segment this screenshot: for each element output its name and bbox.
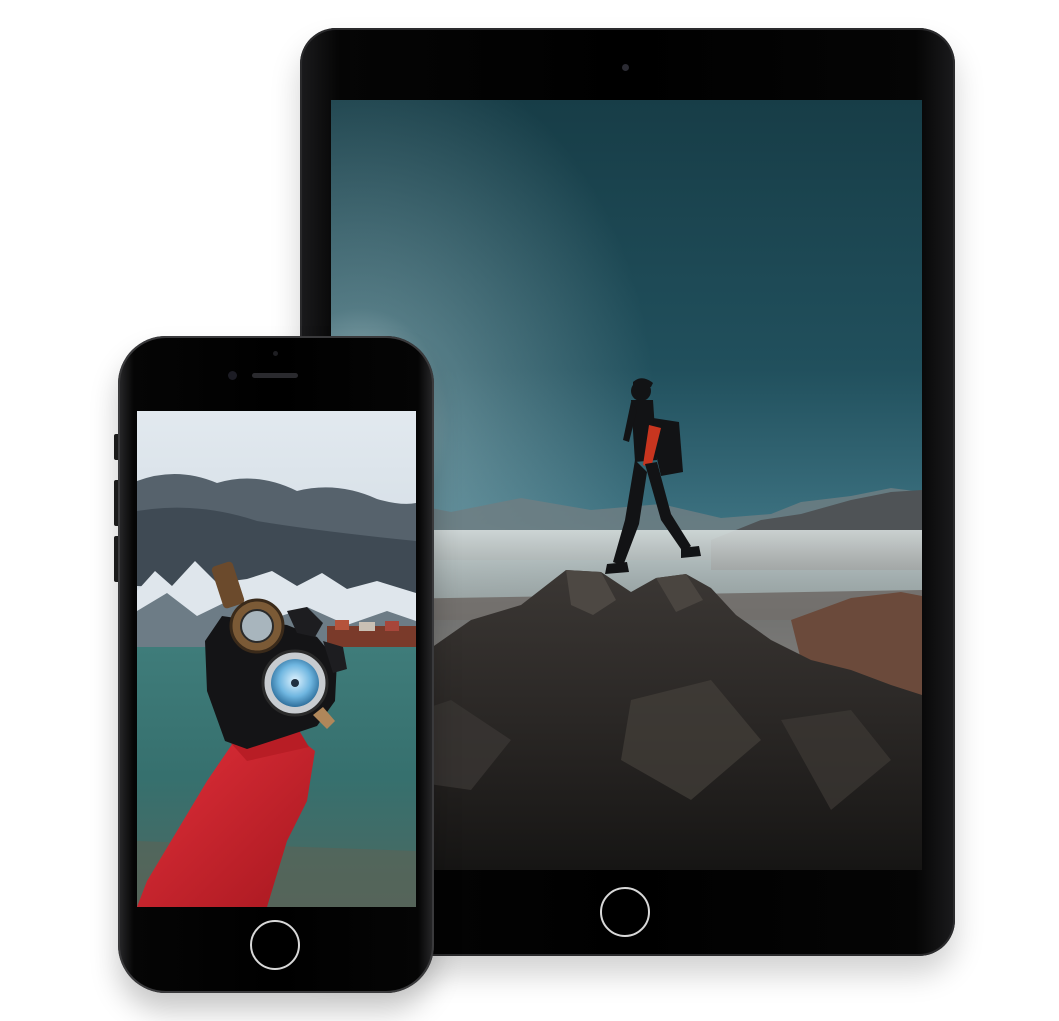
phone-front-camera-icon xyxy=(228,371,237,380)
phone-mute-switch[interactable] xyxy=(114,434,118,460)
tablet-camera-icon xyxy=(622,64,629,71)
hand-with-compass-wallpaper xyxy=(137,411,416,907)
phone-device xyxy=(114,336,434,993)
phone-volume-down-button[interactable] xyxy=(114,536,118,582)
phone-screen xyxy=(137,411,416,907)
tablet-home-button[interactable] xyxy=(600,887,650,937)
phone-sensor-icon xyxy=(273,351,278,356)
phone-home-button[interactable] xyxy=(250,920,300,970)
phone-volume-up-button[interactable] xyxy=(114,480,118,526)
phone-speaker-grille xyxy=(252,373,298,378)
device-mockup-scene xyxy=(0,0,1059,1021)
